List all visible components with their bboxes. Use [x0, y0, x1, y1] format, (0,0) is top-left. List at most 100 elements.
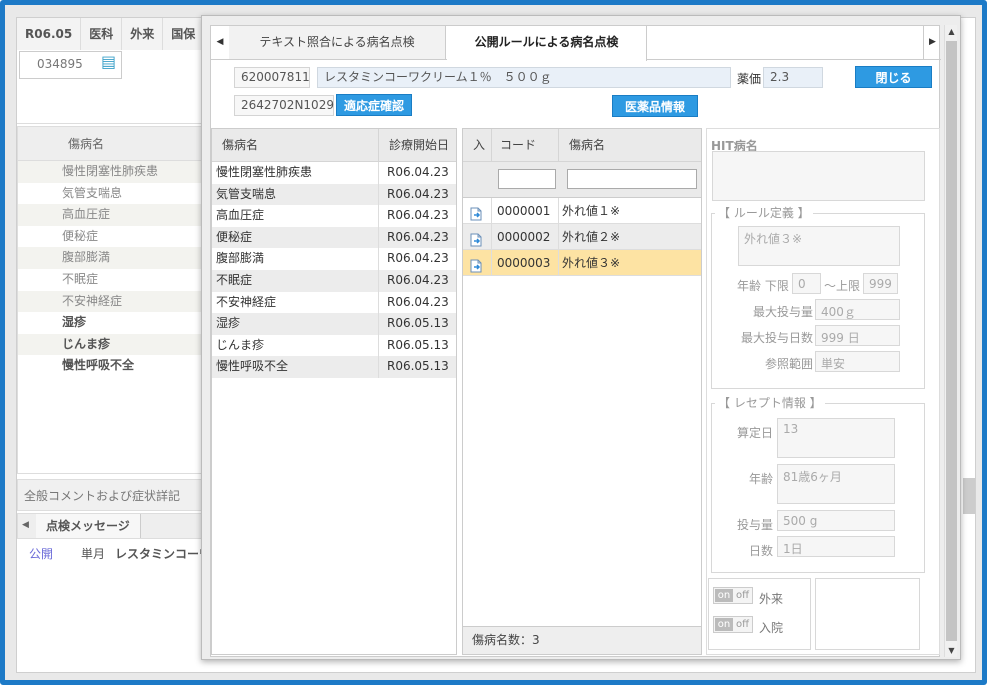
table-row[interactable]: じんま疹 R06.05.13: [212, 334, 456, 357]
name-filter-input[interactable]: [567, 169, 697, 189]
scrollbar-thumb[interactable]: [946, 41, 957, 641]
background-disease-row[interactable]: 湿疹: [18, 312, 204, 334]
dose-label: 投与量: [737, 518, 774, 532]
table-row[interactable]: 0000002 外れ値２※: [463, 224, 701, 250]
table-row[interactable]: 慢性閉塞性肺疾患 R06.04.23: [212, 162, 456, 184]
background-disease-row[interactable]: 腹部膨満: [18, 247, 204, 269]
disease-name-cell: 慢性閉塞性肺疾患: [216, 165, 313, 179]
col-input: 入: [473, 138, 486, 152]
start-date-cell: R06.04.23: [378, 162, 456, 184]
disease-name-cell: 便秘症: [216, 229, 253, 244]
start-date-cell: R06.05.13: [378, 356, 456, 378]
background-scrollbar[interactable]: [963, 478, 975, 514]
rule-disease-name-cell: 外れ値２※: [558, 224, 620, 249]
visit-extra-box: [815, 578, 920, 650]
header-tab-insurance[interactable]: 国保: [163, 18, 205, 50]
background-subheader: [17, 80, 217, 124]
table-row[interactable]: 高血圧症 R06.04.23: [212, 205, 456, 227]
background-disease-row[interactable]: 慢性閉塞性肺疾患: [18, 161, 204, 183]
comment-section-label[interactable]: 全般コメントおよび症状詳記: [17, 479, 205, 511]
dialog-body: ◀ テキスト照合による病名点検 公開ルールによる病名点検 ▶ 620007811…: [210, 25, 941, 657]
code-cell: 0000001: [491, 198, 558, 223]
header-tab-medical[interactable]: 医科: [81, 18, 123, 50]
rule-disease-table-header: 入 コード 傷病名: [463, 129, 701, 162]
tab-left-arrow-icon[interactable]: ◀: [22, 520, 29, 530]
disease-check-dialog: ◀ テキスト照合による病名点検 公開ルールによる病名点検 ▶ 620007811…: [201, 15, 961, 660]
receipt-info-title: 【 レセプト情報 】: [715, 394, 825, 411]
tab-scroll-right-icon[interactable]: ▶: [923, 26, 941, 59]
background-disease-row[interactable]: 気管支喘息: [18, 183, 204, 205]
tab-public-rule[interactable]: 公開ルールによる病名点検: [447, 26, 647, 61]
start-date-cell: R06.04.23: [378, 183, 456, 206]
background-disease-row[interactable]: 不眠症: [18, 269, 204, 291]
filter-row: [463, 162, 701, 198]
background-disease-row[interactable]: 不安神経症: [18, 290, 204, 313]
tab-check-message[interactable]: 点検メッセージ: [36, 514, 141, 538]
outpatient-toggle[interactable]: on off: [713, 587, 753, 604]
hit-disease-box: [712, 151, 925, 201]
age-upper-label: ～上限: [824, 279, 861, 293]
disease-name-cell: 湿疹: [216, 316, 241, 331]
input-document-icon[interactable]: [469, 256, 483, 273]
background-disease-row[interactable]: じんま疹: [18, 333, 204, 356]
col-disease-name[interactable]: 傷病名: [222, 129, 258, 162]
start-date-cell: R06.05.13: [378, 334, 456, 357]
tab-scroll-left-icon[interactable]: ◀: [211, 26, 229, 59]
days-label: 日数: [749, 544, 774, 558]
background-list-header: 傷病名: [18, 127, 204, 161]
max-days-field: 999 日: [815, 325, 900, 346]
col-code[interactable]: コード: [491, 129, 558, 162]
disease-name-cell: 慢性呼吸不全: [216, 359, 289, 374]
max-dose-label: 最大投与量: [753, 305, 814, 319]
input-document-icon[interactable]: [469, 230, 483, 247]
table-row[interactable]: 慢性呼吸不全 R06.05.13: [212, 356, 456, 378]
document-icon[interactable]: ▤: [101, 52, 116, 71]
calc-day-label: 算定日: [737, 426, 774, 440]
message-period: 単月: [81, 547, 106, 561]
calc-day-field: 13: [777, 418, 895, 458]
scroll-down-icon[interactable]: ▼: [945, 646, 958, 655]
table-row[interactable]: 気管支喘息 R06.04.23: [212, 183, 456, 206]
start-date-cell: R06.04.23: [378, 205, 456, 227]
drug-info-button[interactable]: 医薬品情報: [612, 95, 698, 117]
dialog-tabbar: ◀ テキスト照合による病名点検 公開ルールによる病名点検 ▶: [211, 26, 941, 61]
disease-name-cell: じんま疹: [216, 337, 265, 352]
message-tabbar: ◀ 点検メッセージ: [17, 513, 205, 539]
tab-text-match[interactable]: テキスト照合による病名点検: [229, 26, 446, 60]
inpatient-toggle[interactable]: on off: [713, 616, 753, 633]
close-button[interactable]: 閉じる: [855, 66, 932, 88]
ref-range-label: 参照範囲: [765, 357, 814, 371]
dialog-scrollbar[interactable]: ▲ ▼: [944, 25, 957, 657]
indication-check-button[interactable]: 適応症確認: [336, 94, 412, 116]
table-row[interactable]: 湿疹 R06.05.13: [212, 313, 456, 335]
max-days-label: 最大投与日数: [741, 331, 814, 345]
header-tab-date[interactable]: R06.05: [17, 18, 82, 50]
check-message-row[interactable]: 公開 単月 レスタミンコーワ: [29, 545, 211, 562]
table-row[interactable]: 不眠症 R06.04.23: [212, 269, 456, 292]
background-disease-row[interactable]: 慢性呼吸不全: [18, 355, 204, 377]
drug-name-field: レスタミンコーワクリーム１％ ５００ｇ: [317, 67, 731, 88]
age-upper-field: 999: [863, 273, 898, 294]
days-field: 1日: [777, 536, 895, 557]
background-disease-row[interactable]: 高血圧症: [18, 204, 204, 226]
table-row[interactable]: 0000003 外れ値３※: [463, 250, 701, 276]
message-text: レスタミンコーワ: [115, 547, 212, 561]
col-start-date[interactable]: 診療開始日: [378, 129, 458, 162]
start-date-cell: R06.04.23: [378, 291, 456, 314]
table-row[interactable]: 腹部膨満 R06.04.23: [212, 248, 456, 270]
patient-disease-table-header: 傷病名 診療開始日: [212, 129, 456, 162]
background-disease-row[interactable]: 便秘症: [18, 226, 204, 248]
code-filter-input[interactable]: [498, 169, 556, 189]
table-row[interactable]: 0000001 外れ値１※: [463, 198, 701, 224]
table-row[interactable]: 不安神経症 R06.04.23: [212, 291, 456, 314]
start-date-cell: R06.04.23: [378, 248, 456, 270]
age-label: 年齢: [749, 472, 774, 486]
table-row[interactable]: 便秘症 R06.04.23: [212, 226, 456, 249]
col-rule-disease-name[interactable]: 傷病名: [558, 129, 703, 162]
background-header: R06.05 医科 外来 国保: [17, 18, 205, 50]
input-document-icon[interactable]: [469, 204, 483, 221]
start-date-cell: R06.04.23: [378, 226, 456, 249]
header-tab-outpatient[interactable]: 外来: [122, 18, 164, 50]
dose-field: 500 g: [777, 510, 895, 531]
scroll-up-icon[interactable]: ▲: [945, 27, 958, 36]
